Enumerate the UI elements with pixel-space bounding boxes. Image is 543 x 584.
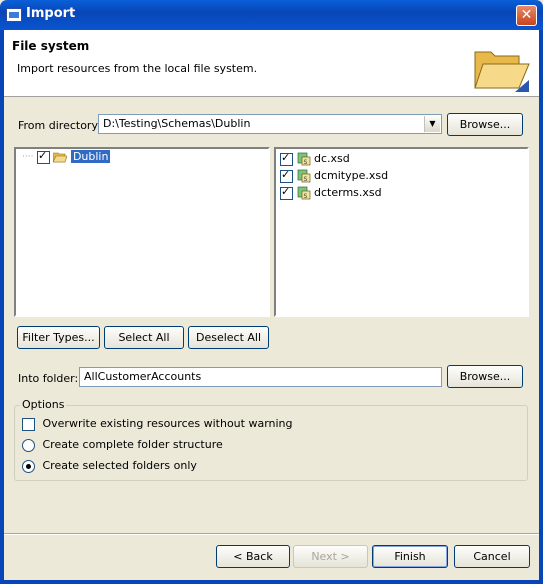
svg-text:S: S xyxy=(303,159,307,166)
wizard-banner: File system Import resources from the lo… xyxy=(4,30,539,97)
file-item[interactable]: S dc.xsd xyxy=(280,151,350,169)
open-folder-icon xyxy=(474,51,530,92)
window-frame-bottom xyxy=(0,580,543,584)
window-frame-right xyxy=(539,30,543,584)
title-bar xyxy=(0,0,543,30)
file-name: dcmitype.xsd xyxy=(314,169,389,182)
file-name: dc.xsd xyxy=(314,152,350,165)
xsd-file-icon: S xyxy=(297,152,310,166)
next-button[interactable]: Next > xyxy=(293,545,368,568)
cancel-button[interactable]: Cancel xyxy=(454,545,530,568)
overwrite-checkbox[interactable] xyxy=(22,417,35,431)
create-selected-folders-option[interactable]: Create selected folders only xyxy=(22,459,197,473)
create-selected-folders-label: Create selected folders only xyxy=(42,459,197,472)
into-folder-input[interactable]: AllCustomerAccounts xyxy=(79,367,442,387)
back-button[interactable]: < Back xyxy=(216,545,290,568)
tree-connector: ···· xyxy=(22,152,34,162)
browse-directory-button[interactable]: Browse... xyxy=(447,113,523,136)
window-title: Import xyxy=(26,6,76,21)
finish-button[interactable]: Finish xyxy=(372,545,448,568)
from-directory-combo[interactable]: D:\Testing\Schemas\Dublin ▼ xyxy=(98,114,442,134)
open-folder-icon xyxy=(53,152,68,162)
close-button[interactable]: ✕ xyxy=(516,5,537,26)
tree-item-dublin[interactable]: ···· Dublin xyxy=(22,149,111,167)
browse-folder-button[interactable]: Browse... xyxy=(447,365,523,388)
create-complete-structure-label: Create complete folder structure xyxy=(42,438,223,451)
file-checkbox[interactable] xyxy=(280,168,293,183)
xsd-file-icon: S xyxy=(297,186,310,200)
filter-types-button[interactable]: Filter Types... xyxy=(17,326,100,349)
options-legend: Options xyxy=(20,398,67,411)
page-title: File system xyxy=(12,39,90,53)
xsd-file-icon: S xyxy=(297,169,310,183)
chevron-down-icon[interactable]: ▼ xyxy=(424,116,440,132)
create-selected-folders-radio[interactable] xyxy=(22,459,35,473)
tree-item-checkbox[interactable] xyxy=(36,149,50,164)
from-directory-value: D:\Testing\Schemas\Dublin xyxy=(103,117,251,130)
tree-item-label: Dublin xyxy=(70,150,111,163)
file-checkbox[interactable] xyxy=(280,151,293,166)
from-directory-label: From directory: xyxy=(18,119,101,132)
page-description: Import resources from the local file sys… xyxy=(17,62,258,75)
into-folder-label: Into folder: xyxy=(18,372,79,385)
svg-text:S: S xyxy=(303,193,307,200)
create-complete-structure-radio[interactable] xyxy=(22,438,35,452)
app-icon xyxy=(6,8,22,22)
create-complete-structure-option[interactable]: Create complete folder structure xyxy=(22,438,223,452)
file-item[interactable]: S dcterms.xsd xyxy=(280,185,382,203)
file-item[interactable]: S dcmitype.xsd xyxy=(280,168,389,186)
overwrite-option[interactable]: Overwrite existing resources without war… xyxy=(22,417,293,431)
file-checkbox[interactable] xyxy=(280,185,293,200)
file-list-panel[interactable]: S dc.xsd S dcmitype.xsd S dcterms.xsd xyxy=(274,147,529,317)
footer-separator xyxy=(4,533,539,535)
svg-text:S: S xyxy=(303,176,307,183)
overwrite-label: Overwrite existing resources without war… xyxy=(42,417,293,430)
select-all-button[interactable]: Select All xyxy=(104,326,184,349)
file-name: dcterms.xsd xyxy=(314,186,382,199)
deselect-all-button[interactable]: Deselect All xyxy=(188,326,269,349)
window-frame-left xyxy=(0,30,4,584)
folder-tree-panel[interactable]: ···· Dublin xyxy=(14,147,270,317)
